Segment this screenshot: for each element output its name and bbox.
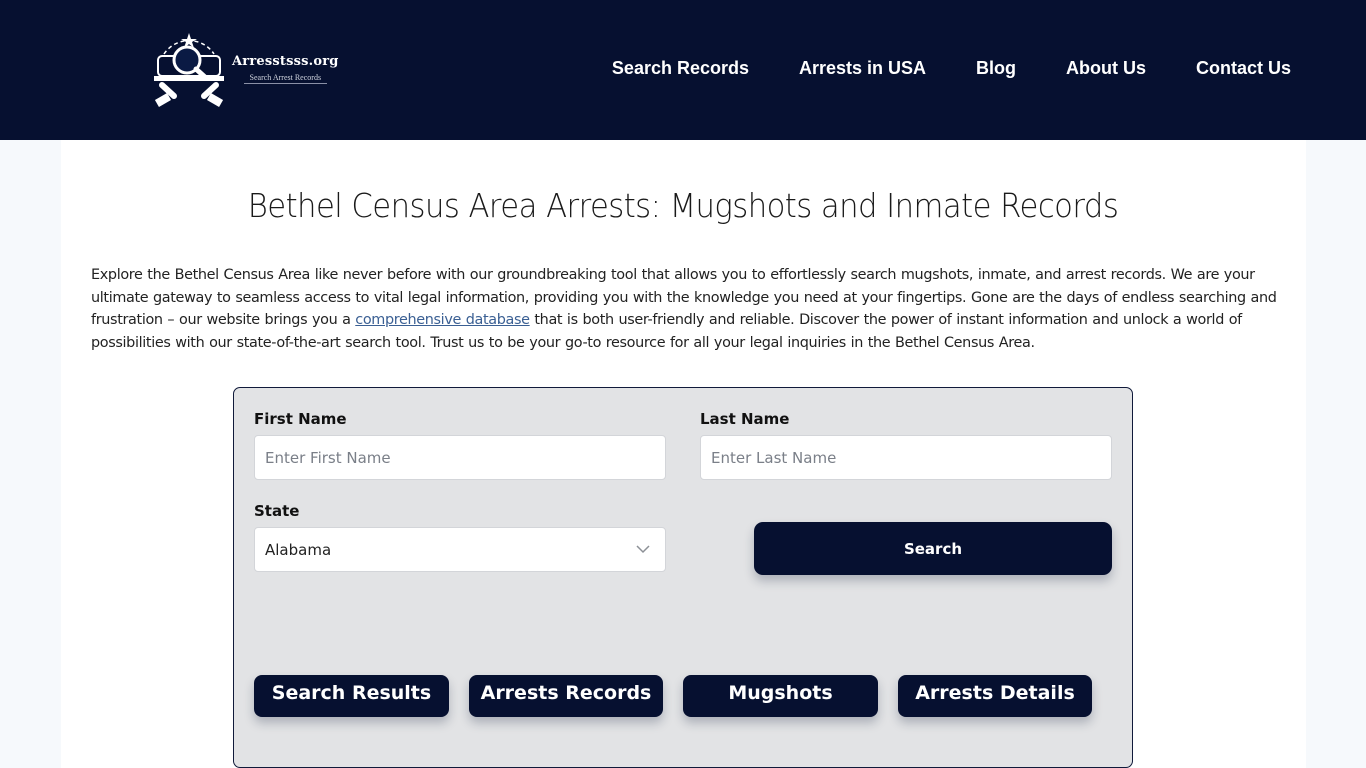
tab-arrests-details[interactable]: Arrests Details [898,675,1092,717]
search-button[interactable]: Search [754,522,1112,575]
nav-blog[interactable]: Blog [976,58,1016,79]
page-title: Bethel Census Area Arrests: Mugshots and… [247,186,1119,225]
tab-mugshots[interactable]: Mugshots [683,675,878,717]
nav-arrests-in-usa[interactable]: Arrests in USA [799,58,926,79]
chevron-down-icon [636,545,650,554]
site-header: Arresstsss.org Search Arrest Records Sea… [0,0,1366,140]
last-name-input[interactable] [700,435,1112,480]
first-name-input[interactable] [254,435,666,480]
logo-subtitle: Search Arrest Records [243,73,328,84]
logo-title: Arresstsss.org [232,54,339,69]
nav-about-us[interactable]: About Us [1066,58,1146,79]
search-form: First Name Last Name State Alabama Searc… [233,387,1133,768]
site-logo[interactable]: Arresstsss.org Search Arrest Records [150,30,350,108]
nav-contact-us[interactable]: Contact Us [1196,58,1291,79]
state-label: State [254,502,300,520]
intro-paragraph: Explore the Bethel Census Area like neve… [91,264,1281,354]
nav-search-records[interactable]: Search Records [612,58,749,79]
first-name-label: First Name [254,410,347,428]
tab-arrests-records[interactable]: Arrests Records [469,675,663,717]
last-name-label: Last Name [700,410,790,428]
magnifier-badge-logo-icon [154,33,224,107]
comprehensive-database-link[interactable]: comprehensive database [355,312,530,328]
state-selected-value: Alabama [265,540,332,559]
tab-search-results[interactable]: Search Results [254,675,449,717]
state-select[interactable]: Alabama [254,527,666,572]
